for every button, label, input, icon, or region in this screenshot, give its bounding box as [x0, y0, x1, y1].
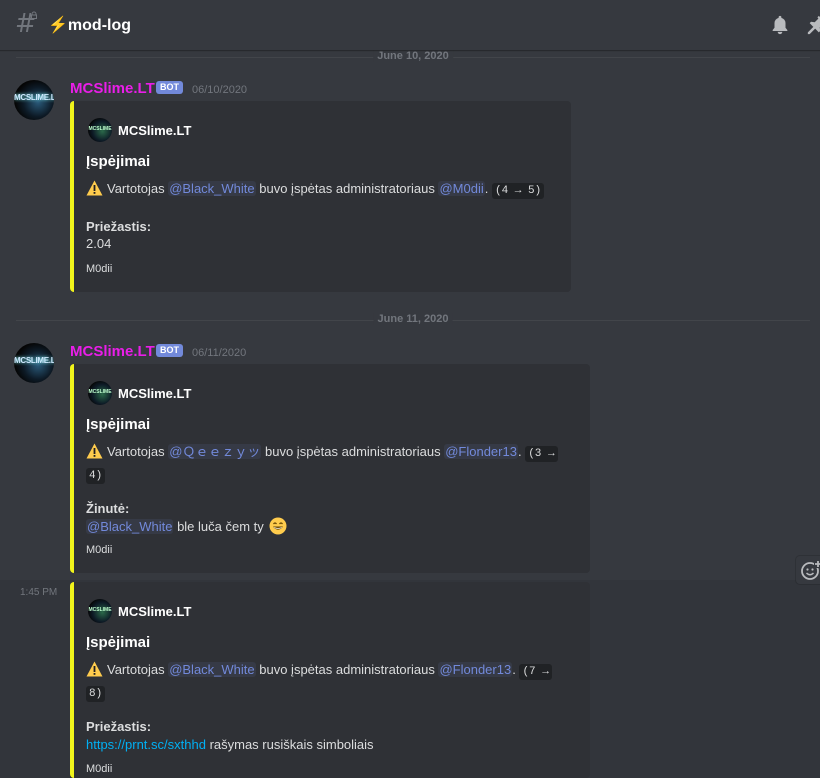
- message-timestamp: 06/11/2020: [192, 347, 247, 359]
- embed: MCSLIME MCSlime.LT Įspėjimai Vartotojas …: [70, 582, 590, 778]
- channel-header: ⚡mod-log: [0, 0, 820, 50]
- bell-icon[interactable]: [769, 14, 791, 36]
- channel-name: mod-log: [67, 17, 132, 34]
- avatar-logo-text: MCSLIME.LT: [14, 356, 54, 365]
- embed-field-value: @Black_White ble luča čem ty: [86, 517, 287, 535]
- warning-emoji: [86, 443, 103, 459]
- embed-description: Vartotojas @Black_White buvo įspėtas adm…: [86, 179, 556, 201]
- embed-description: Vartotojas @Black_White buvo įspėtas adm…: [86, 660, 576, 704]
- date-divider: June 11, 2020: [16, 313, 810, 325]
- user-mention[interactable]: @Black_White: [168, 662, 256, 677]
- embed-author: MCSlime.LT: [118, 386, 192, 401]
- add-reaction-button[interactable]: [796, 556, 820, 584]
- embed-author: MCSlime.LT: [118, 604, 192, 619]
- admin-mention[interactable]: @Flonder13: [438, 662, 513, 677]
- reason-link[interactable]: https://prnt.sc/sxthhd: [86, 737, 206, 752]
- username[interactable]: MCSlime.LT: [70, 343, 155, 360]
- embed: MCSLIME MCSlime.LT Įspėjimai Vartotojas …: [70, 364, 590, 573]
- date-divider-label: June 11, 2020: [373, 313, 453, 325]
- embed-field-name: Priežastis:: [86, 719, 152, 734]
- bot-tag: BOT: [156, 344, 183, 357]
- date-divider-label: June 10, 2020: [373, 50, 453, 62]
- pin-icon[interactable]: [806, 14, 820, 36]
- channel-title: ⚡mod-log: [48, 15, 131, 35]
- username[interactable]: MCSlime.LT: [70, 80, 155, 97]
- warning-count-code: (4 → 5): [491, 183, 545, 199]
- embed-field-name: Priežastis:: [86, 219, 152, 234]
- warning-count-code-cont: 8): [86, 686, 106, 702]
- avatar[interactable]: MCSLIME.LT: [14, 80, 54, 120]
- date-divider: June 10, 2020: [16, 50, 810, 62]
- user-mention[interactable]: @Ｑｅｅｚｙッ: [168, 444, 262, 459]
- admin-mention[interactable]: @M0dii: [438, 181, 485, 196]
- warning-count-code: (7 →: [519, 664, 552, 680]
- admin-mention[interactable]: @Flonder13: [444, 444, 518, 459]
- warning-emoji: [86, 180, 103, 196]
- warning-count-code-cont: 4): [86, 468, 106, 484]
- embed-description: Vartotojas @Ｑｅｅｚｙッ buvo įspėtas administ…: [86, 442, 576, 486]
- grinning-emoji: [269, 517, 287, 535]
- field-mention[interactable]: @Black_White: [86, 519, 174, 534]
- embed-title: Įspėjimai: [86, 416, 151, 433]
- embed-footer: M0dii: [86, 544, 113, 556]
- embed-field-name: Žinutė:: [86, 501, 130, 516]
- bot-tag: BOT: [156, 81, 183, 94]
- embed-field-value: https://prnt.sc/sxthhd rašymas rusiškais…: [86, 737, 374, 752]
- embed-author-icon: MCSLIME: [88, 599, 112, 623]
- avatar[interactable]: MCSLIME.LT: [14, 343, 54, 383]
- embed-field-value: 2.04: [86, 236, 112, 251]
- warning-emoji: [86, 661, 103, 677]
- lightning-emoji: ⚡: [48, 17, 68, 34]
- embed-author: MCSlime.LT: [118, 123, 192, 138]
- avatar-logo-text: MCSLIME.LT: [14, 93, 54, 102]
- add-reaction-icon: [801, 560, 820, 580]
- message-timestamp: 1:45 PM: [20, 587, 58, 598]
- embed-author-icon: MCSLIME: [88, 118, 112, 142]
- embed-title: Įspėjimai: [86, 153, 151, 170]
- user-mention[interactable]: @Black_White: [168, 181, 256, 196]
- embed-title: Įspėjimai: [86, 634, 151, 651]
- embed-footer: M0dii: [86, 263, 113, 275]
- hash-icon: [16, 11, 37, 32]
- warning-count-code: (3 →: [525, 446, 558, 462]
- embed-author-icon: MCSLIME: [88, 381, 112, 405]
- message-timestamp: 06/10/2020: [192, 84, 248, 96]
- embed-footer: M0dii: [86, 763, 113, 775]
- embed: MCSLIME MCSlime.LT Įspėjimai Vartotojas …: [70, 101, 571, 292]
